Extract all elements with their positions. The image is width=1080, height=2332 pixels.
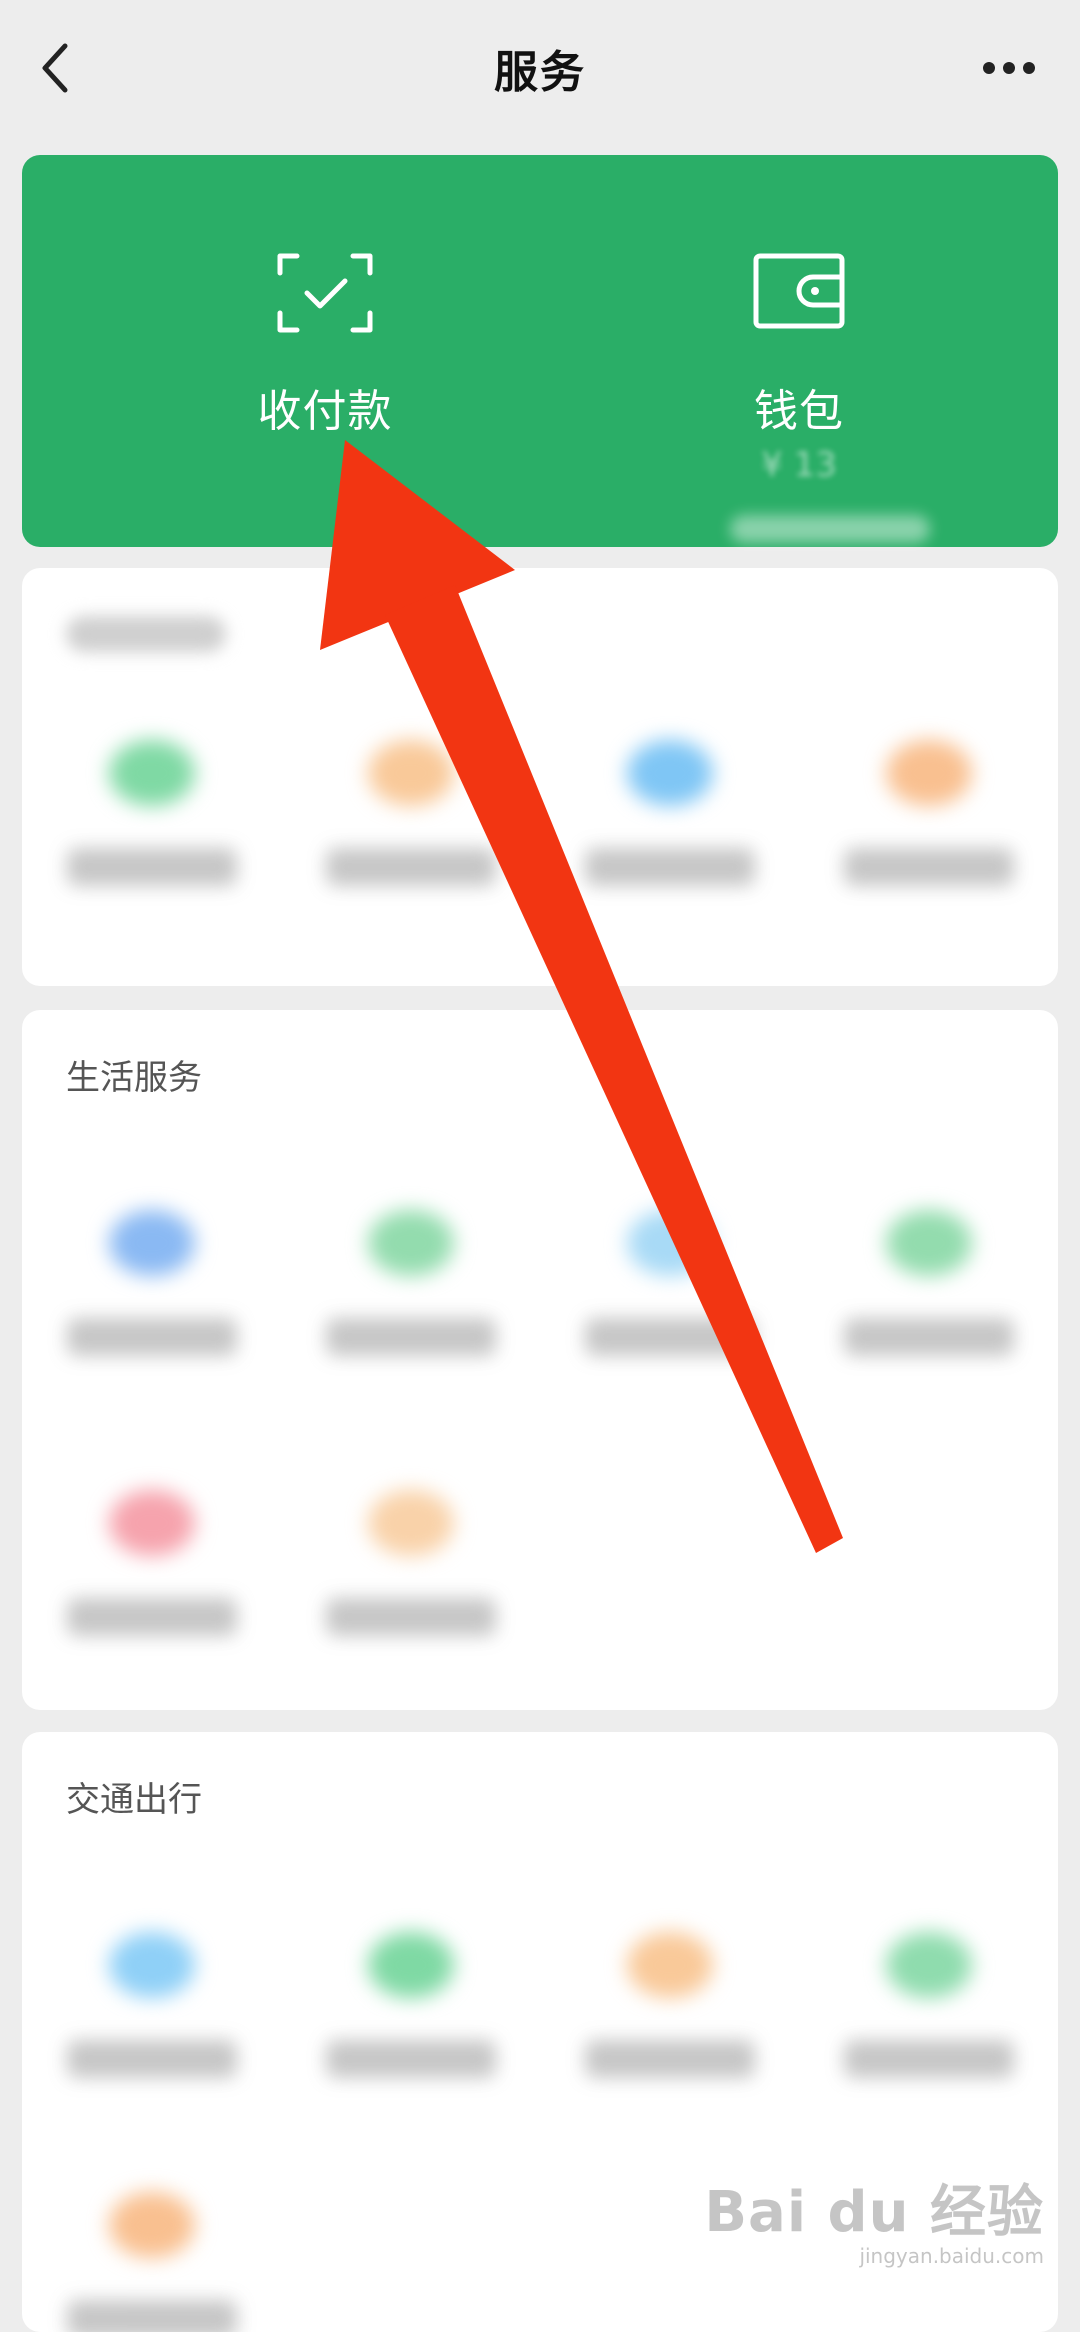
wallet-label: 钱包: [754, 386, 844, 437]
service-item[interactable]: [22, 1470, 281, 1670]
service-item[interactable]: [540, 1912, 799, 2112]
wallet-balance: ¥ 13: [761, 445, 837, 485]
service-item[interactable]: [22, 1912, 281, 2112]
service-item[interactable]: [22, 720, 281, 920]
service-item[interactable]: [540, 720, 799, 920]
watermark: Bai du 经验 jingyan.baidu.com: [704, 2167, 1044, 2268]
blurred-info-bar: [730, 515, 930, 543]
pay-receive-button[interactable]: 收付款: [66, 155, 584, 547]
section-life-services: 生活服务: [22, 1010, 1058, 1710]
service-item[interactable]: [22, 2172, 281, 2332]
more-options-button[interactable]: [964, 40, 1054, 96]
service-item[interactable]: [281, 1912, 540, 2112]
service-item[interactable]: [281, 1190, 540, 1390]
section-title: 生活服务: [66, 1058, 202, 1098]
wallet-button[interactable]: 钱包 ¥ 13: [540, 155, 1058, 547]
section-title: 交通出行: [66, 1780, 202, 1820]
more-dots-icon: [983, 62, 1035, 74]
section-title-blurred: [66, 616, 226, 652]
service-item[interactable]: [540, 1190, 799, 1390]
service-item[interactable]: [799, 1190, 1058, 1390]
page-title: 服务: [494, 47, 586, 98]
wallet-icon: [753, 253, 845, 329]
watermark-logo: Bai du 经验: [704, 2180, 1044, 2245]
wallet-card: 收付款 钱包 ¥ 13: [22, 155, 1058, 547]
pay-receive-label: 收付款: [257, 386, 393, 437]
scan-pay-icon: [277, 253, 373, 333]
service-item[interactable]: [281, 1470, 540, 1670]
service-item[interactable]: [799, 1912, 1058, 2112]
service-item[interactable]: [799, 720, 1058, 920]
section-blurred-services: [22, 568, 1058, 986]
service-item[interactable]: [281, 720, 540, 920]
service-item[interactable]: [22, 1190, 281, 1390]
top-bar: 服务: [0, 0, 1080, 140]
